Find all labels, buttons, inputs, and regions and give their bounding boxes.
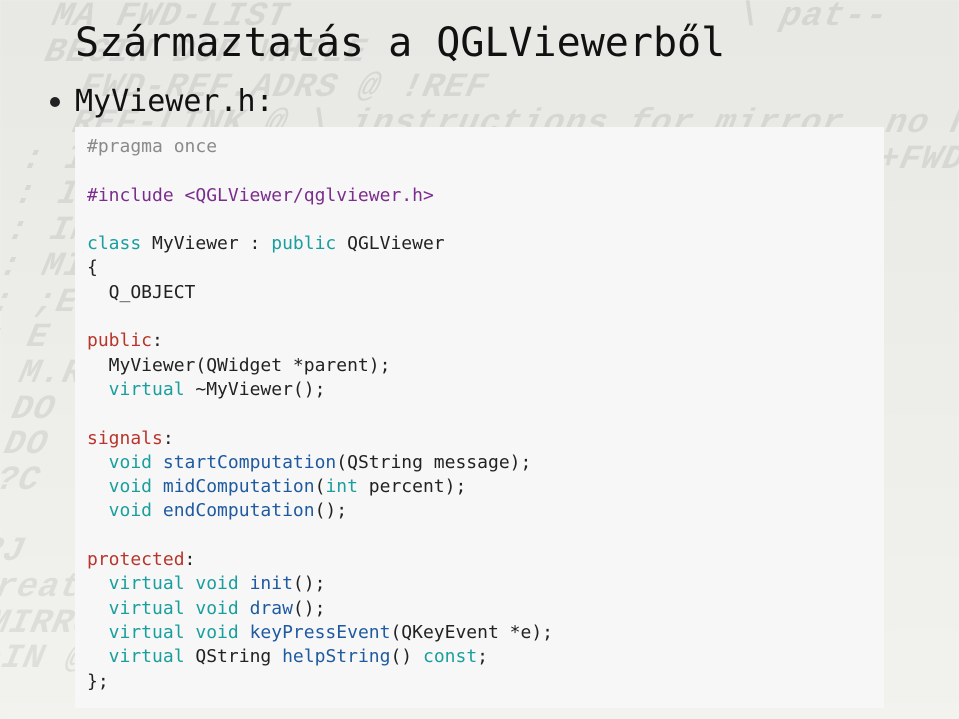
bullet-icon [50, 97, 60, 107]
void-keyword: void [185, 598, 239, 619]
slide-title: Származtatás a QGLViewerből [75, 20, 884, 66]
bullet-row: MyViewer.h: [75, 84, 884, 119]
open-paren: ( [315, 476, 326, 497]
public-inherit-keyword: public [271, 233, 336, 254]
include-keyword: #include [87, 185, 174, 206]
semicolon: ; [477, 646, 488, 667]
class-keyword: class [87, 233, 141, 254]
fn-startcomputation-args: (QString message); [336, 452, 531, 473]
fn-init: init [239, 573, 293, 594]
fn-keypressevent-args: (QKeyEvent *e); [390, 622, 553, 643]
protected-access: protected [87, 549, 185, 570]
fn-helpstring: helpString [282, 646, 390, 667]
protected-colon: : [185, 549, 196, 570]
destructor-decl: ~MyViewer(); [185, 379, 326, 400]
class-name: MyViewer : [141, 233, 271, 254]
signals-access: signals [87, 428, 163, 449]
code-block: #pragma once #include <QGLViewer/qglview… [75, 127, 884, 708]
return-type-qstring: QString [185, 646, 283, 667]
int-keyword: int [325, 476, 358, 497]
fn-startcomputation: startComputation [152, 452, 336, 473]
bullet-text: MyViewer.h: [75, 84, 274, 119]
fn-helpstring-args: () [390, 646, 423, 667]
fn-keypressevent: keyPressEvent [239, 622, 391, 643]
pragma-rest: once [163, 136, 217, 157]
const-keyword: const [423, 646, 477, 667]
void-keyword: void [87, 452, 152, 473]
void-keyword: void [185, 573, 239, 594]
fn-draw: draw [239, 598, 293, 619]
qobject-macro: Q_OBJECT [87, 282, 195, 303]
virtual-keyword: virtual [87, 622, 185, 643]
virtual-keyword: virtual [87, 598, 185, 619]
constructor-decl: MyViewer(QWidget *parent); [87, 355, 390, 376]
fn-draw-args: (); [293, 598, 326, 619]
fn-endcomputation: endComputation [152, 500, 315, 521]
signals-colon: : [163, 428, 174, 449]
virtual-keyword: virtual [87, 646, 185, 667]
open-brace: { [87, 257, 98, 278]
close-brace: }; [87, 671, 109, 692]
pragma-keyword: #pragma [87, 136, 163, 157]
fn-midcomputation: midComputation [152, 476, 315, 497]
public-colon: : [152, 330, 163, 351]
virtual-keyword: virtual [87, 379, 185, 400]
base-class: QGLViewer [336, 233, 444, 254]
slide-content: Származtatás a QGLViewerből MyViewer.h: … [0, 0, 959, 708]
include-path: <QGLViewer/qglviewer.h> [174, 185, 434, 206]
virtual-keyword: virtual [87, 573, 185, 594]
fn-endcomputation-args: (); [315, 500, 348, 521]
public-access: public [87, 330, 152, 351]
fn-init-args: (); [293, 573, 326, 594]
void-keyword: void [87, 500, 152, 521]
void-keyword: void [87, 476, 152, 497]
fn-midcomputation-args: percent); [358, 476, 466, 497]
void-keyword: void [185, 622, 239, 643]
